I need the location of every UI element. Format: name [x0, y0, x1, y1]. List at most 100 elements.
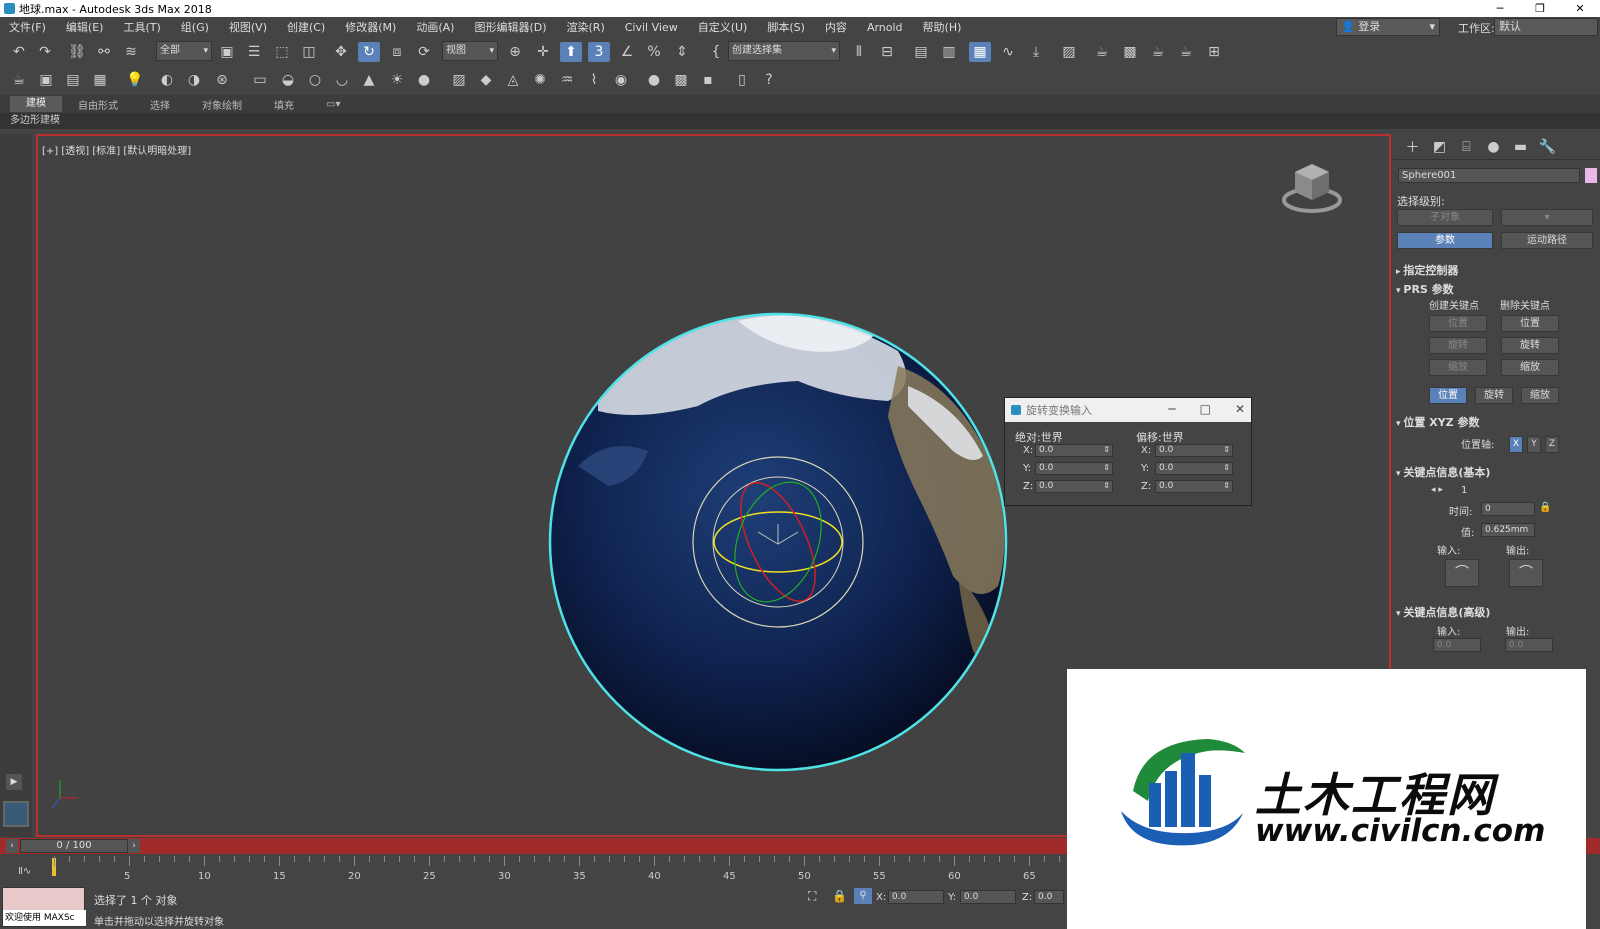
- material-editor-icon[interactable]: ▨: [1058, 42, 1080, 62]
- restore-button[interactable]: ❐: [1520, 0, 1560, 17]
- menu-views[interactable]: 视图(V): [220, 19, 278, 35]
- dialog-minimize-button[interactable]: ─: [1168, 402, 1175, 416]
- speaker-icon[interactable]: ◐: [156, 70, 178, 90]
- curve-editor-icon[interactable]: ∿: [997, 42, 1019, 62]
- rollout-key-info-advanced[interactable]: 关键点信息(高级): [1396, 604, 1592, 619]
- close-button[interactable]: ✕: [1560, 0, 1600, 17]
- prs-rotation-button[interactable]: 旋转: [1475, 387, 1513, 404]
- snaps-toggle-icon[interactable]: 3: [588, 42, 610, 62]
- tab-populate[interactable]: 填充: [258, 97, 310, 112]
- menu-arnold[interactable]: Arnold: [858, 21, 914, 34]
- frame-display[interactable]: 0 / 100: [20, 839, 128, 853]
- menu-animation[interactable]: 动画(A): [407, 19, 465, 35]
- help-icon[interactable]: ?: [758, 70, 780, 90]
- workspace-dropdown[interactable]: 默认: [1494, 18, 1598, 36]
- grass-icon[interactable]: ♒: [556, 70, 578, 90]
- display-tab-icon[interactable]: ▬: [1507, 139, 1534, 155]
- menu-modifiers[interactable]: 修改器(M): [336, 19, 407, 35]
- grid-icon[interactable]: ▨: [448, 70, 470, 90]
- table-icon[interactable]: ▦: [89, 70, 111, 90]
- out-tangent-curve-icon[interactable]: ⌒: [1509, 559, 1543, 587]
- maxscript-label[interactable]: 欢迎使用 MAXSc: [3, 910, 86, 926]
- menu-file[interactable]: 文件(F): [0, 19, 57, 35]
- trajectories-button[interactable]: 运动路径: [1501, 232, 1593, 249]
- hair-icon[interactable]: ⌇: [583, 70, 605, 90]
- isolate-selection-icon[interactable]: ⛶: [808, 889, 816, 904]
- axis-y-button[interactable]: Y: [1527, 436, 1541, 453]
- film-icon[interactable]: ⊛: [211, 70, 233, 90]
- rect-selection-icon[interactable]: ⬚: [271, 42, 293, 62]
- bind-space-warp-icon[interactable]: ≋: [120, 42, 142, 62]
- play-icon[interactable]: ▶: [6, 774, 22, 790]
- geosphere-icon[interactable]: ✺: [529, 70, 551, 90]
- lock-icon[interactable]: 🔒: [1539, 502, 1551, 513]
- axis-x-button[interactable]: X: [1509, 436, 1523, 453]
- window-crossing-icon[interactable]: ◫: [298, 42, 320, 62]
- menu-rendering[interactable]: 渲染(R): [558, 19, 616, 35]
- rollout-assign-controller[interactable]: 指定控制器: [1396, 262, 1592, 277]
- value-spinner[interactable]: 0.625mm: [1481, 523, 1535, 537]
- delete-scale-key-button[interactable]: 缩放: [1501, 359, 1559, 376]
- bowl-icon[interactable]: ◡: [331, 70, 353, 90]
- tab-freeform[interactable]: 自由形式: [62, 97, 134, 112]
- create-scale-key-button[interactable]: 缩放: [1429, 359, 1487, 376]
- angle-snap-icon[interactable]: ∠: [616, 42, 638, 62]
- named-selection-dropdown[interactable]: 创建选择集: [728, 41, 840, 61]
- menu-create[interactable]: 创建(C): [278, 19, 336, 35]
- prs-position-button[interactable]: 位置: [1429, 387, 1467, 404]
- create-position-key-button[interactable]: 位置: [1429, 315, 1487, 332]
- offset-y-field[interactable]: 0.0: [1155, 462, 1233, 475]
- menu-civil-view[interactable]: Civil View: [616, 21, 689, 34]
- delete-rotation-key-button[interactable]: 旋转: [1501, 337, 1559, 354]
- layer-explorer-icon[interactable]: ▥: [938, 42, 960, 62]
- undo-icon[interactable]: ↶: [8, 42, 30, 62]
- keyboard-shortcut-icon[interactable]: ⬆: [560, 42, 582, 62]
- scale-icon[interactable]: ⧈: [386, 42, 408, 62]
- tab-object-paint[interactable]: 对象绘制: [186, 97, 258, 112]
- sub-object-button[interactable]: 子对象: [1397, 209, 1493, 226]
- light-icon[interactable]: 💡: [124, 70, 146, 90]
- pivot-center-icon[interactable]: ⊕: [504, 42, 526, 62]
- sound-icon[interactable]: ◑: [183, 70, 205, 90]
- login-dropdown[interactable]: 👤 登录 ▾: [1336, 18, 1440, 36]
- align-icon[interactable]: ⊟: [876, 42, 898, 62]
- ball-icon[interactable]: ●: [413, 70, 435, 90]
- plane-icon[interactable]: ▭: [249, 70, 271, 90]
- delete-position-key-button[interactable]: 位置: [1501, 315, 1559, 332]
- tab-modeling[interactable]: 建模: [10, 96, 62, 112]
- move-icon[interactable]: ✥: [330, 42, 352, 62]
- menu-edit[interactable]: 编辑(E): [57, 19, 115, 35]
- rendered-frame-icon[interactable]: ▩: [1119, 42, 1141, 62]
- render-icon[interactable]: ▣: [35, 70, 57, 90]
- render-setup-icon[interactable]: ☕: [1091, 42, 1113, 62]
- edit-named-selection-icon[interactable]: {: [705, 42, 727, 62]
- prs-scale-button[interactable]: 缩放: [1521, 387, 1559, 404]
- adv-out-spinner[interactable]: 0.0: [1505, 638, 1553, 652]
- render-production-icon[interactable]: ☕: [1147, 42, 1169, 62]
- dope-sheet-icon[interactable]: ⤓: [1025, 42, 1047, 62]
- menu-customize[interactable]: 自定义(U): [689, 19, 759, 35]
- offset-z-field[interactable]: 0.0: [1155, 480, 1233, 493]
- pyramid-icon[interactable]: ◬: [502, 70, 524, 90]
- dialog-close-button[interactable]: ✕: [1235, 402, 1245, 416]
- menu-tools[interactable]: 工具(T): [114, 19, 171, 35]
- prev-frame-icon[interactable]: ‹: [6, 839, 18, 853]
- select-by-name-icon[interactable]: ☰: [243, 42, 265, 62]
- sphere-icon[interactable]: ○: [304, 70, 326, 90]
- render-iterative-icon[interactable]: ☕: [1175, 42, 1197, 62]
- abs-z-field[interactable]: 0.0: [1035, 480, 1113, 493]
- select-object-icon[interactable]: ▣: [216, 42, 238, 62]
- reference-coord-dropdown[interactable]: 视图: [442, 41, 498, 61]
- absolute-mode-icon[interactable]: ⚲: [854, 888, 872, 904]
- sub-object-dropdown[interactable]: ▾: [1501, 209, 1593, 226]
- ribbon-options-icon[interactable]: ▭▾: [310, 99, 356, 110]
- material-ball-icon[interactable]: ●: [643, 70, 665, 90]
- place-icon[interactable]: ⟳: [413, 42, 435, 62]
- viewport-layout-icon[interactable]: [3, 801, 29, 827]
- screen-icon[interactable]: ▪: [697, 70, 719, 90]
- redo-icon[interactable]: ↷: [34, 42, 56, 62]
- create-rotation-key-button[interactable]: 旋转: [1429, 337, 1487, 354]
- selection-filter-dropdown[interactable]: 全部: [156, 41, 212, 61]
- cone-icon[interactable]: ▲: [358, 70, 380, 90]
- z-coord-field[interactable]: 0.0: [1034, 890, 1064, 904]
